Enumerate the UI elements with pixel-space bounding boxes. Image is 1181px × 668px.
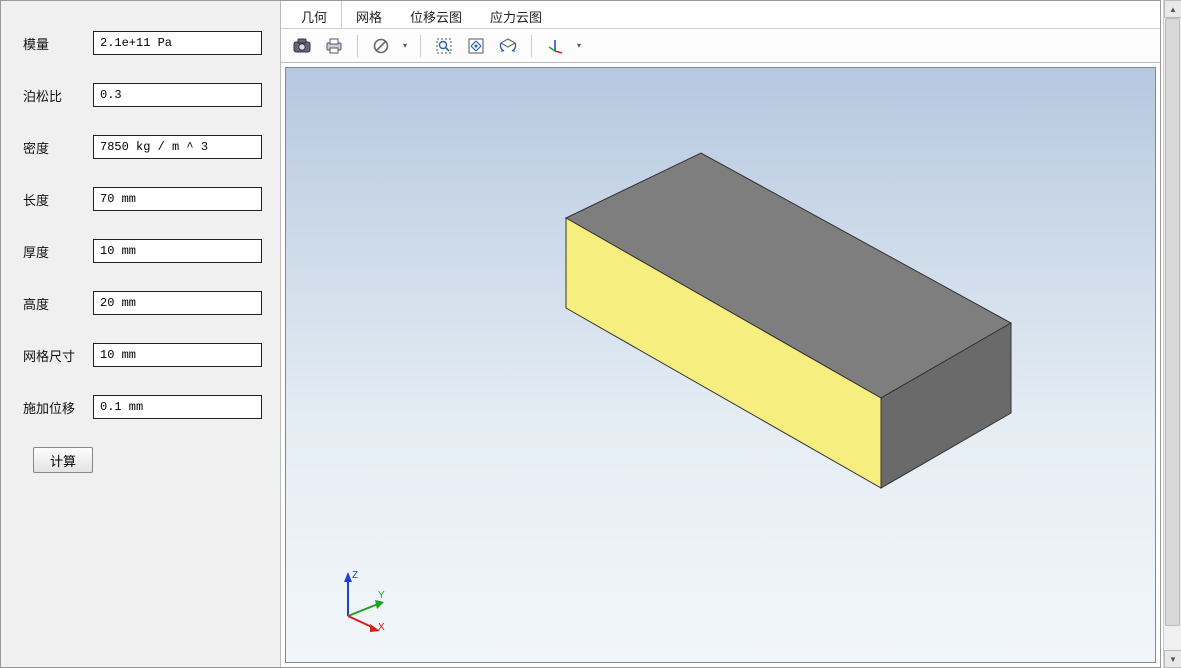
parameter-panel: 模量 泊松比 密度 长度 厚度 高度 网格尺寸 施加位移 bbox=[1, 1, 281, 667]
axes-dropdown[interactable]: ▾ bbox=[574, 41, 584, 50]
scroll-up-button[interactable]: ▲ bbox=[1164, 0, 1181, 18]
input-poisson[interactable] bbox=[93, 83, 262, 107]
input-height[interactable] bbox=[93, 291, 262, 315]
axis-x-label: X bbox=[378, 622, 385, 633]
row-density: 密度 bbox=[23, 135, 262, 159]
axis-triad: Z Y X bbox=[330, 564, 400, 634]
app-window: 模量 泊松比 密度 长度 厚度 高度 网格尺寸 施加位移 bbox=[0, 0, 1161, 668]
forbid-icon[interactable] bbox=[368, 33, 394, 59]
label-modulus: 模量 bbox=[23, 34, 93, 53]
zoom-box-icon[interactable] bbox=[431, 33, 457, 59]
label-height: 高度 bbox=[23, 294, 93, 313]
row-modulus: 模量 bbox=[23, 31, 262, 55]
label-mesh-size: 网格尺寸 bbox=[23, 346, 93, 365]
label-thickness: 厚度 bbox=[23, 242, 93, 261]
input-density[interactable] bbox=[93, 135, 262, 159]
row-length: 长度 bbox=[23, 187, 262, 211]
rotate-icon[interactable] bbox=[495, 33, 521, 59]
forbid-dropdown[interactable]: ▾ bbox=[400, 41, 410, 50]
row-mesh-size: 网格尺寸 bbox=[23, 343, 262, 367]
tab-displacement-contour[interactable]: 位移云图 bbox=[396, 1, 476, 29]
label-density: 密度 bbox=[23, 138, 93, 157]
input-displacement[interactable] bbox=[93, 395, 262, 419]
fit-view-icon[interactable] bbox=[463, 33, 489, 59]
geometry-block bbox=[411, 143, 1031, 563]
input-mesh-size[interactable] bbox=[93, 343, 262, 367]
view-toolbar: ▾ ▾ bbox=[281, 29, 1160, 63]
row-height: 高度 bbox=[23, 291, 262, 315]
tab-stress-contour[interactable]: 应力云图 bbox=[476, 1, 556, 29]
toolbar-separator-3 bbox=[531, 35, 532, 57]
input-thickness[interactable] bbox=[93, 239, 262, 263]
tab-geometry[interactable]: 几何 bbox=[287, 1, 342, 29]
scroll-track[interactable] bbox=[1164, 18, 1181, 650]
toolbar-separator-1 bbox=[357, 35, 358, 57]
tab-mesh[interactable]: 网格 bbox=[342, 1, 396, 29]
input-length[interactable] bbox=[93, 187, 262, 211]
axes-icon[interactable] bbox=[542, 33, 568, 59]
calculate-button[interactable]: 计算 bbox=[33, 447, 93, 473]
scroll-down-button[interactable]: ▼ bbox=[1164, 650, 1181, 668]
axis-y-label: Y bbox=[378, 590, 385, 601]
axis-z-label: Z bbox=[352, 570, 358, 581]
view-panel: 几何 网格 位移云图 应力云图 ▾ bbox=[281, 1, 1160, 667]
camera-icon[interactable] bbox=[289, 33, 315, 59]
input-modulus[interactable] bbox=[93, 31, 262, 55]
window-scrollbar[interactable]: ▲ ▼ bbox=[1163, 0, 1181, 668]
toolbar-separator-2 bbox=[420, 35, 421, 57]
label-length: 长度 bbox=[23, 190, 93, 209]
print-icon[interactable] bbox=[321, 33, 347, 59]
label-poisson: 泊松比 bbox=[23, 86, 93, 105]
view-tabs: 几何 网格 位移云图 应力云图 bbox=[281, 1, 1160, 29]
scroll-thumb[interactable] bbox=[1165, 18, 1180, 626]
row-displacement: 施加位移 bbox=[23, 395, 262, 419]
label-displacement: 施加位移 bbox=[23, 398, 93, 417]
row-thickness: 厚度 bbox=[23, 239, 262, 263]
viewport-3d[interactable]: Z Y X bbox=[285, 67, 1156, 663]
row-poisson: 泊松比 bbox=[23, 83, 262, 107]
